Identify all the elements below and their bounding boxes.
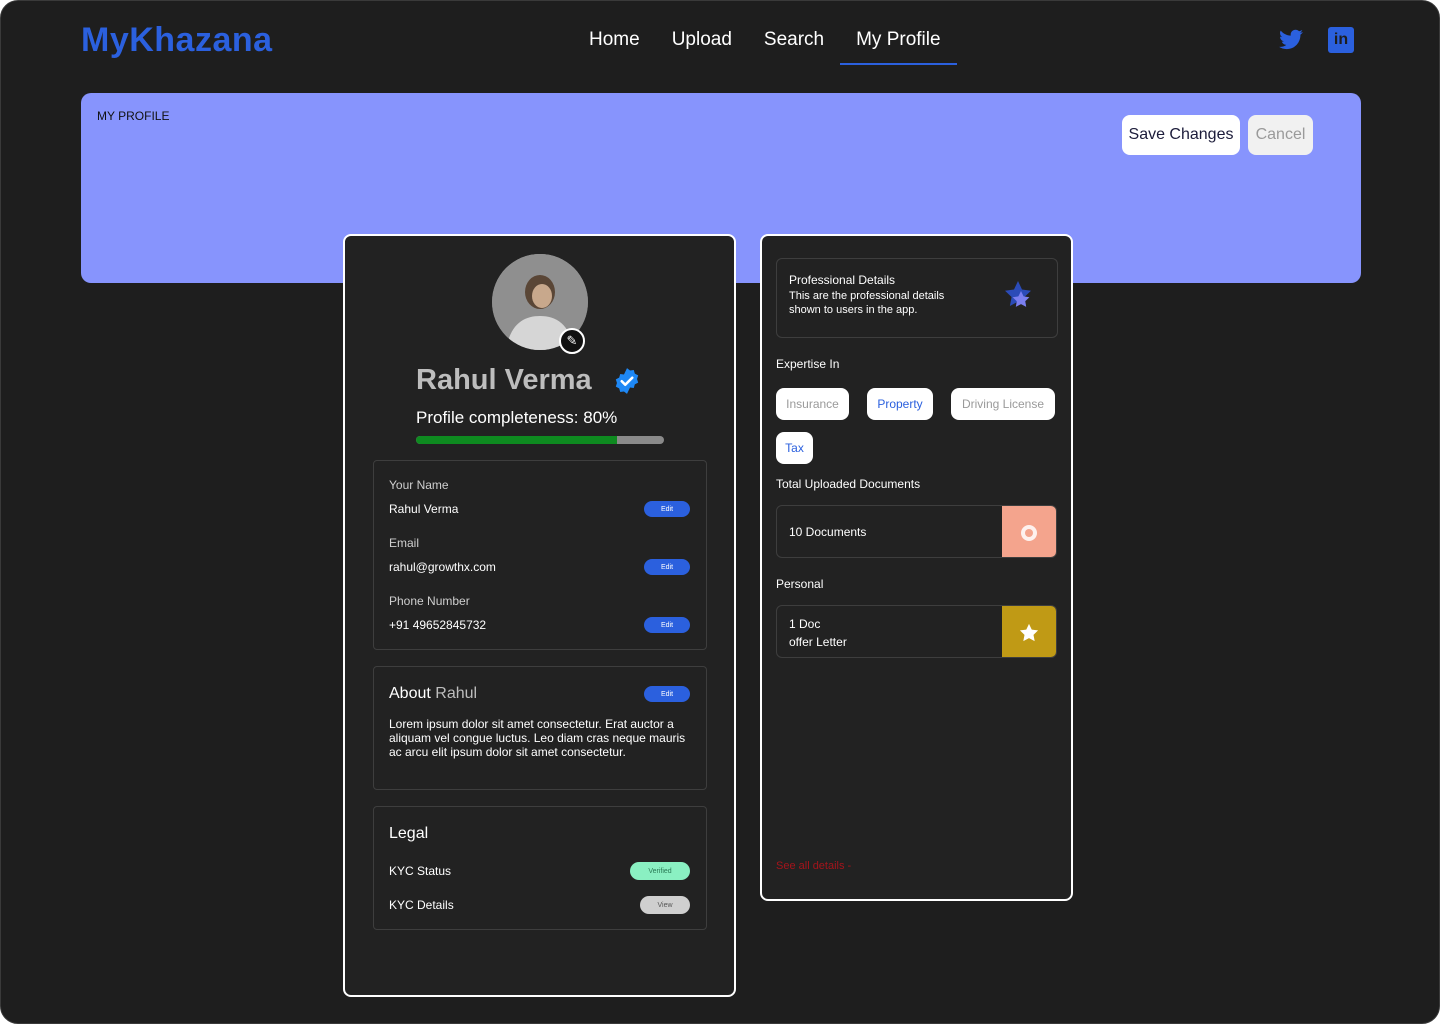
- kyc-details-label: KYC Details: [389, 898, 454, 912]
- linkedin-glyph: in: [1333, 31, 1349, 48]
- about-section: About Rahul Edit Lorem ipsum dolor sit a…: [373, 666, 707, 790]
- professional-description: This are the professional details shown …: [789, 290, 945, 316]
- edit-avatar-icon[interactable]: ✎: [559, 328, 585, 354]
- expertise-chip-tax[interactable]: Tax: [776, 432, 813, 464]
- nav-search[interactable]: Search: [748, 19, 840, 65]
- edit-phone-button[interactable]: Edit: [644, 617, 690, 633]
- profile-completeness-bar: [416, 436, 664, 444]
- expertise-chip-property[interactable]: Property: [867, 388, 933, 420]
- app-window: MyKhazana Home Upload Search My Profile …: [0, 0, 1440, 1024]
- total-docs-value: 10 Documents: [789, 525, 867, 539]
- expertise-chip-insurance[interactable]: Insurance: [776, 388, 849, 420]
- edit-about-button[interactable]: Edit: [644, 686, 690, 702]
- folder-badge-icon: [1021, 524, 1037, 541]
- personal-details-section: Your Name Rahul Verma Edit Email rahul@g…: [373, 460, 707, 650]
- save-changes-button[interactable]: Save Changes: [1122, 115, 1240, 155]
- edit-email-button[interactable]: Edit: [644, 559, 690, 575]
- profile-card: ✎ Rahul Verma Profile completeness: 80% …: [343, 234, 736, 997]
- nav-my-profile[interactable]: My Profile: [840, 19, 957, 65]
- star-badge-icon: [1005, 281, 1031, 307]
- total-docs-card[interactable]: 10 Documents: [776, 505, 1057, 558]
- name-label: Your Name: [389, 478, 449, 492]
- star-icon: [1002, 606, 1056, 657]
- about-title-name: Rahul: [435, 685, 478, 702]
- nav-upload[interactable]: Upload: [656, 19, 748, 65]
- email-value: rahul@growthx.com: [389, 560, 496, 574]
- email-label: Email: [389, 536, 420, 550]
- professional-title: Professional Details: [789, 273, 896, 287]
- star-shape-icon: [1019, 623, 1039, 641]
- edit-name-button[interactable]: Edit: [644, 501, 690, 517]
- about-title: About Rahul: [389, 685, 477, 703]
- kyc-status-label: KYC Status: [389, 864, 452, 878]
- app-logo[interactable]: MyKhazana: [81, 21, 273, 60]
- profile-name: Rahul Verma: [416, 364, 592, 396]
- profile-completeness-fill: [416, 436, 617, 444]
- name-value: Rahul Verma: [389, 502, 459, 516]
- professional-card: Professional Details This are the profes…: [760, 234, 1073, 901]
- linkedin-icon[interactable]: in: [1328, 27, 1354, 53]
- cancel-button[interactable]: Cancel: [1248, 115, 1313, 155]
- personal-doc-name: offer Letter: [789, 635, 847, 649]
- phone-label: Phone Number: [389, 594, 470, 608]
- kyc-view-button[interactable]: View: [640, 896, 690, 914]
- about-title-prefix: About: [389, 685, 431, 702]
- main-nav: Home Upload Search My Profile: [573, 19, 957, 65]
- verified-badge-icon: [615, 368, 639, 394]
- personal-label: Personal: [776, 577, 824, 591]
- total-docs-label: Total Uploaded Documents: [776, 477, 921, 491]
- expertise-label: Expertise In: [776, 357, 840, 371]
- about-text: Lorem ipsum dolor sit amet consectetur. …: [389, 717, 686, 759]
- phone-value: +91 49652845732: [389, 618, 487, 632]
- see-all-details-link[interactable]: See all details -: [776, 860, 851, 872]
- legal-section: Legal KYC Status Verified KYC Details Vi…: [373, 806, 707, 930]
- legal-title: Legal: [389, 825, 429, 842]
- documents-icon: [1002, 506, 1056, 557]
- kyc-status-badge: Verified: [630, 862, 690, 880]
- expertise-chip-driving-license[interactable]: Driving License: [951, 388, 1055, 420]
- twitter-icon[interactable]: [1278, 27, 1304, 53]
- professional-details-box: Professional Details This are the profes…: [776, 258, 1058, 338]
- page-title: MY PROFILE: [97, 109, 170, 123]
- nav-home[interactable]: Home: [573, 19, 656, 65]
- profile-completeness-text: Profile completeness: 80%: [416, 408, 618, 427]
- personal-docs-card[interactable]: 1 Doc offer Letter: [776, 605, 1057, 658]
- personal-docs-count: 1 Doc: [789, 617, 821, 631]
